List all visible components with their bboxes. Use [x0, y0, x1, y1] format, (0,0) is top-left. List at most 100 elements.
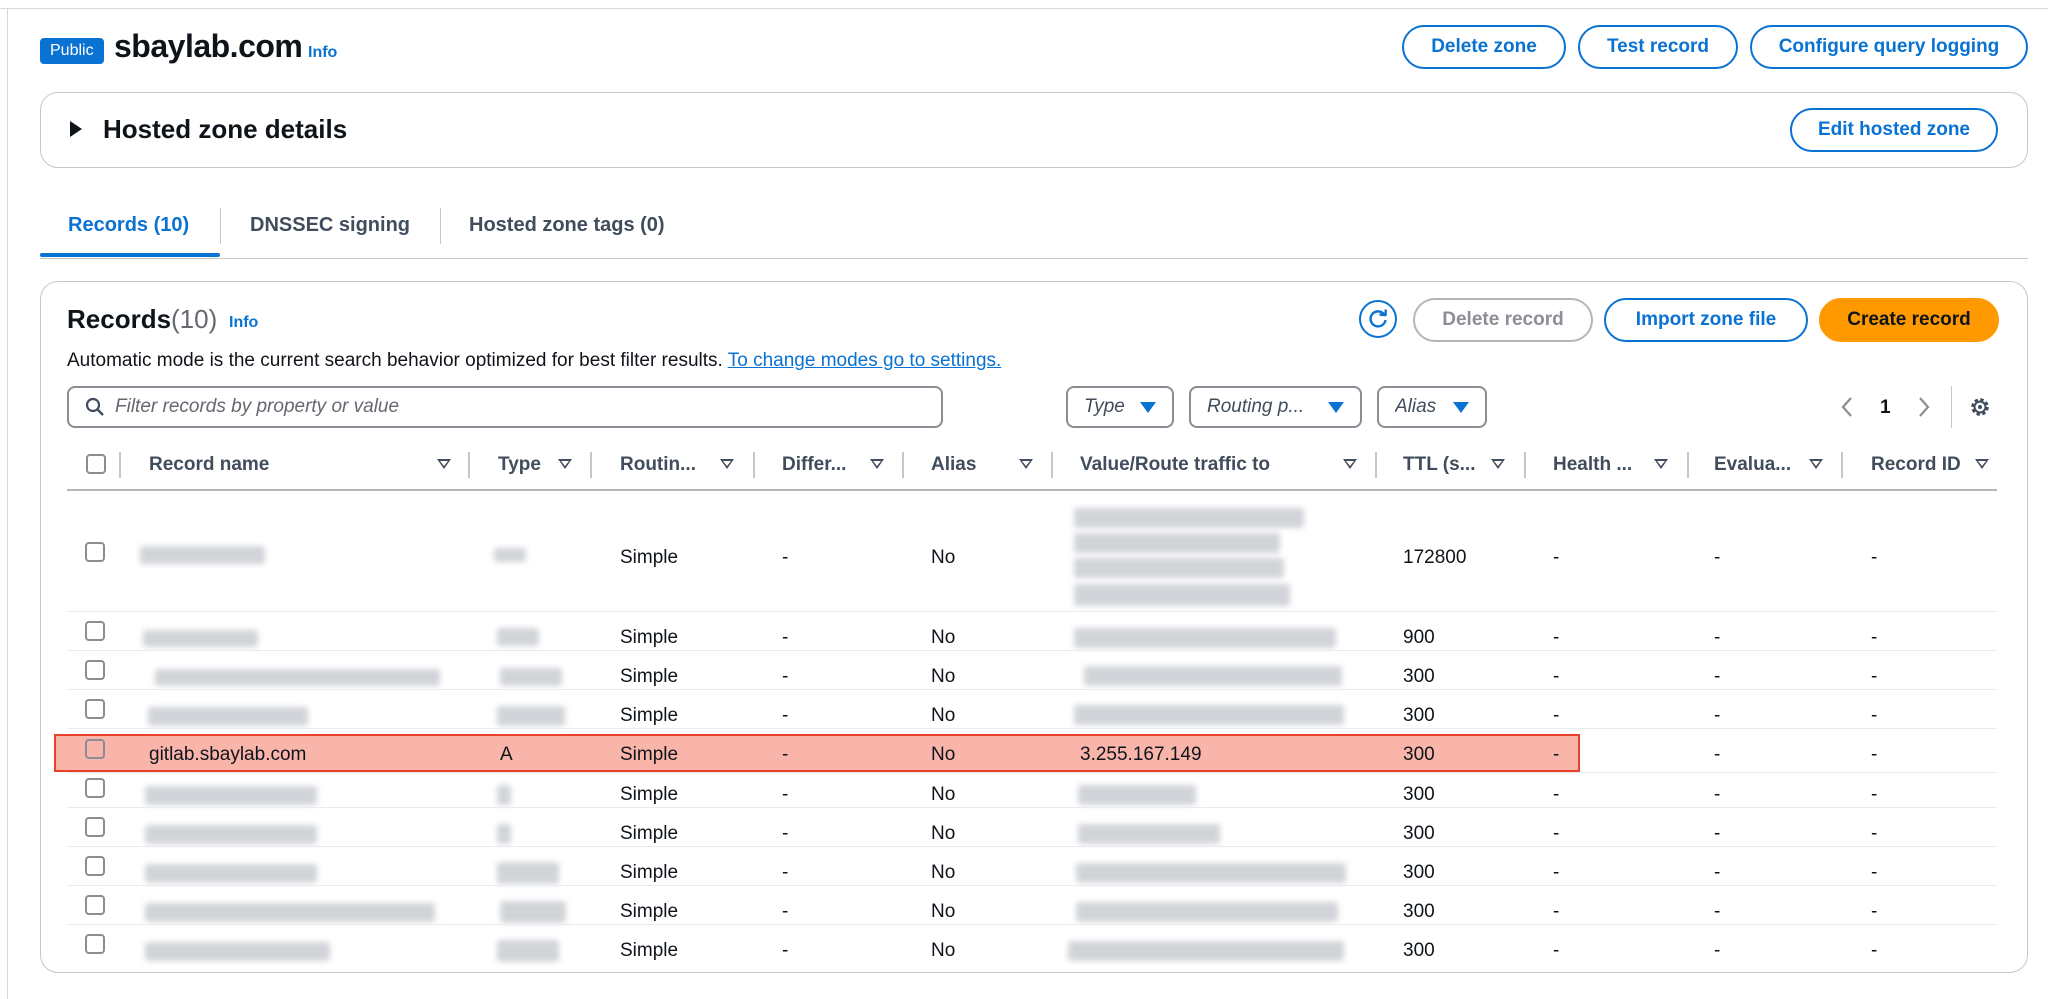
column-separator: [119, 452, 121, 478]
row-divider: [67, 807, 1997, 808]
top-border: [0, 8, 2048, 9]
alias-cell: No: [931, 627, 956, 648]
delete-zone-button[interactable]: Delete zone: [1402, 25, 1566, 69]
record-id-cell: -: [1871, 784, 1878, 805]
redacted-record-name: [148, 707, 308, 726]
records-info-link[interactable]: Info: [229, 314, 258, 332]
sort-icon[interactable]: [1654, 459, 1668, 469]
ttl-cell: 300: [1403, 823, 1435, 844]
row-checkbox[interactable]: [85, 934, 105, 954]
tab-dnssec-signing[interactable]: DNSSEC signing: [250, 214, 410, 237]
routing-policy-cell: Simple: [620, 901, 679, 922]
sort-icon[interactable]: [1809, 459, 1823, 469]
column-separator: [590, 452, 592, 478]
redacted-record-name: [143, 630, 258, 647]
routing-policy-cell: Simple: [620, 862, 679, 883]
evaluate-cell: -: [1714, 666, 1721, 687]
redacted-record-name: [145, 942, 330, 961]
edit-hosted-zone-button[interactable]: Edit hosted zone: [1790, 108, 1998, 152]
evaluate-cell: -: [1714, 744, 1721, 765]
previous-page-icon[interactable]: [1840, 396, 1854, 418]
alias-cell: No: [931, 705, 956, 726]
sort-icon[interactable]: [558, 459, 572, 469]
expand-triangle-icon[interactable]: [70, 121, 82, 137]
row-checkbox[interactable]: [85, 817, 105, 837]
record-id-cell: -: [1871, 627, 1878, 648]
alias-filter[interactable]: Alias: [1377, 386, 1487, 428]
evaluate-cell: -: [1714, 705, 1721, 726]
create-record-button[interactable]: Create record: [1819, 298, 1999, 342]
row-checkbox[interactable]: [85, 856, 105, 876]
settings-link[interactable]: To change modes go to settings.: [728, 350, 1002, 371]
settings-gear-icon[interactable]: [1968, 395, 1992, 419]
sort-icon[interactable]: [1975, 459, 1989, 469]
tab-records[interactable]: Records (10): [68, 214, 189, 237]
sort-icon[interactable]: [1019, 459, 1033, 469]
redacted-value: [1076, 902, 1338, 922]
column-header-evaluate[interactable]: Evalua...: [1714, 454, 1791, 476]
routing-policy-cell: Simple: [620, 705, 679, 726]
health-check-cell: -: [1553, 627, 1560, 648]
column-header-record-id[interactable]: Record ID: [1871, 454, 1961, 476]
next-page-icon[interactable]: [1917, 396, 1931, 418]
ttl-cell: 300: [1403, 901, 1435, 922]
column-header-health-check[interactable]: Health ...: [1553, 454, 1632, 476]
sort-icon[interactable]: [1343, 459, 1357, 469]
hosted-zone-details-title[interactable]: Hosted zone details: [103, 114, 347, 145]
redacted-type: [497, 628, 539, 646]
column-header-record-name[interactable]: Record name: [149, 454, 269, 476]
row-checkbox[interactable]: [85, 778, 105, 798]
redacted-record-name: [140, 546, 265, 564]
row-checkbox[interactable]: [85, 542, 105, 562]
routing-policy-filter[interactable]: Routing p...: [1189, 386, 1362, 428]
delete-record-button[interactable]: Delete record: [1413, 298, 1593, 342]
record-id-cell: -: [1871, 901, 1878, 922]
column-header-value[interactable]: Value/Route traffic to: [1080, 454, 1270, 476]
search-placeholder: Filter records by property or value: [115, 396, 400, 417]
column-header-type[interactable]: Type: [498, 454, 541, 476]
records-count: (10): [171, 304, 218, 334]
row-checkbox[interactable]: [85, 895, 105, 915]
column-header-ttl[interactable]: TTL (s...: [1403, 454, 1475, 476]
row-checkbox[interactable]: [85, 699, 105, 719]
column-separator: [1687, 452, 1689, 478]
routing-policy-cell: Simple: [620, 547, 679, 568]
sort-icon[interactable]: [437, 459, 451, 469]
column-header-alias[interactable]: Alias: [931, 454, 976, 476]
redacted-value: [1068, 941, 1344, 961]
sort-icon[interactable]: [1491, 459, 1505, 469]
select-all-checkbox[interactable]: [86, 454, 106, 474]
column-header-differentiator[interactable]: Differ...: [782, 454, 846, 476]
sort-icon[interactable]: [870, 459, 884, 469]
routing-policy-cell: Simple: [620, 744, 679, 765]
type-filter[interactable]: Type: [1066, 386, 1174, 428]
record-name-cell[interactable]: gitlab.sbaylab.com: [149, 744, 306, 766]
row-checkbox[interactable]: [85, 660, 105, 680]
differentiator-cell: -: [782, 705, 789, 726]
column-header-routing-policy[interactable]: Routin...: [620, 454, 696, 476]
refresh-button[interactable]: [1359, 300, 1397, 338]
test-record-button[interactable]: Test record: [1578, 25, 1738, 69]
row-checkbox[interactable]: [85, 739, 105, 759]
current-page[interactable]: 1: [1880, 397, 1891, 419]
row-checkbox[interactable]: [85, 621, 105, 641]
row-divider: [67, 772, 1997, 773]
sort-icon[interactable]: [720, 459, 734, 469]
tab-hosted-zone-tags[interactable]: Hosted zone tags (0): [469, 214, 665, 237]
column-separator: [902, 452, 904, 478]
ttl-cell: 300: [1403, 862, 1435, 883]
redacted-record-name: [145, 786, 317, 805]
configure-query-logging-button[interactable]: Configure query logging: [1750, 25, 2028, 69]
alias-cell: No: [931, 823, 956, 844]
redacted-value: [1074, 584, 1290, 606]
tabs-divider: [40, 258, 2028, 259]
health-check-cell: -: [1553, 862, 1560, 883]
redacted-value: [1074, 705, 1344, 725]
caret-down-icon: [1140, 401, 1156, 413]
zone-info-link[interactable]: Info: [308, 44, 337, 62]
page-title: sbaylab.com: [114, 28, 303, 64]
search-input[interactable]: Filter records by property or value: [67, 386, 943, 428]
row-divider: [67, 846, 1997, 847]
tab-separator: [220, 208, 221, 244]
import-zone-file-button[interactable]: Import zone file: [1604, 298, 1808, 342]
